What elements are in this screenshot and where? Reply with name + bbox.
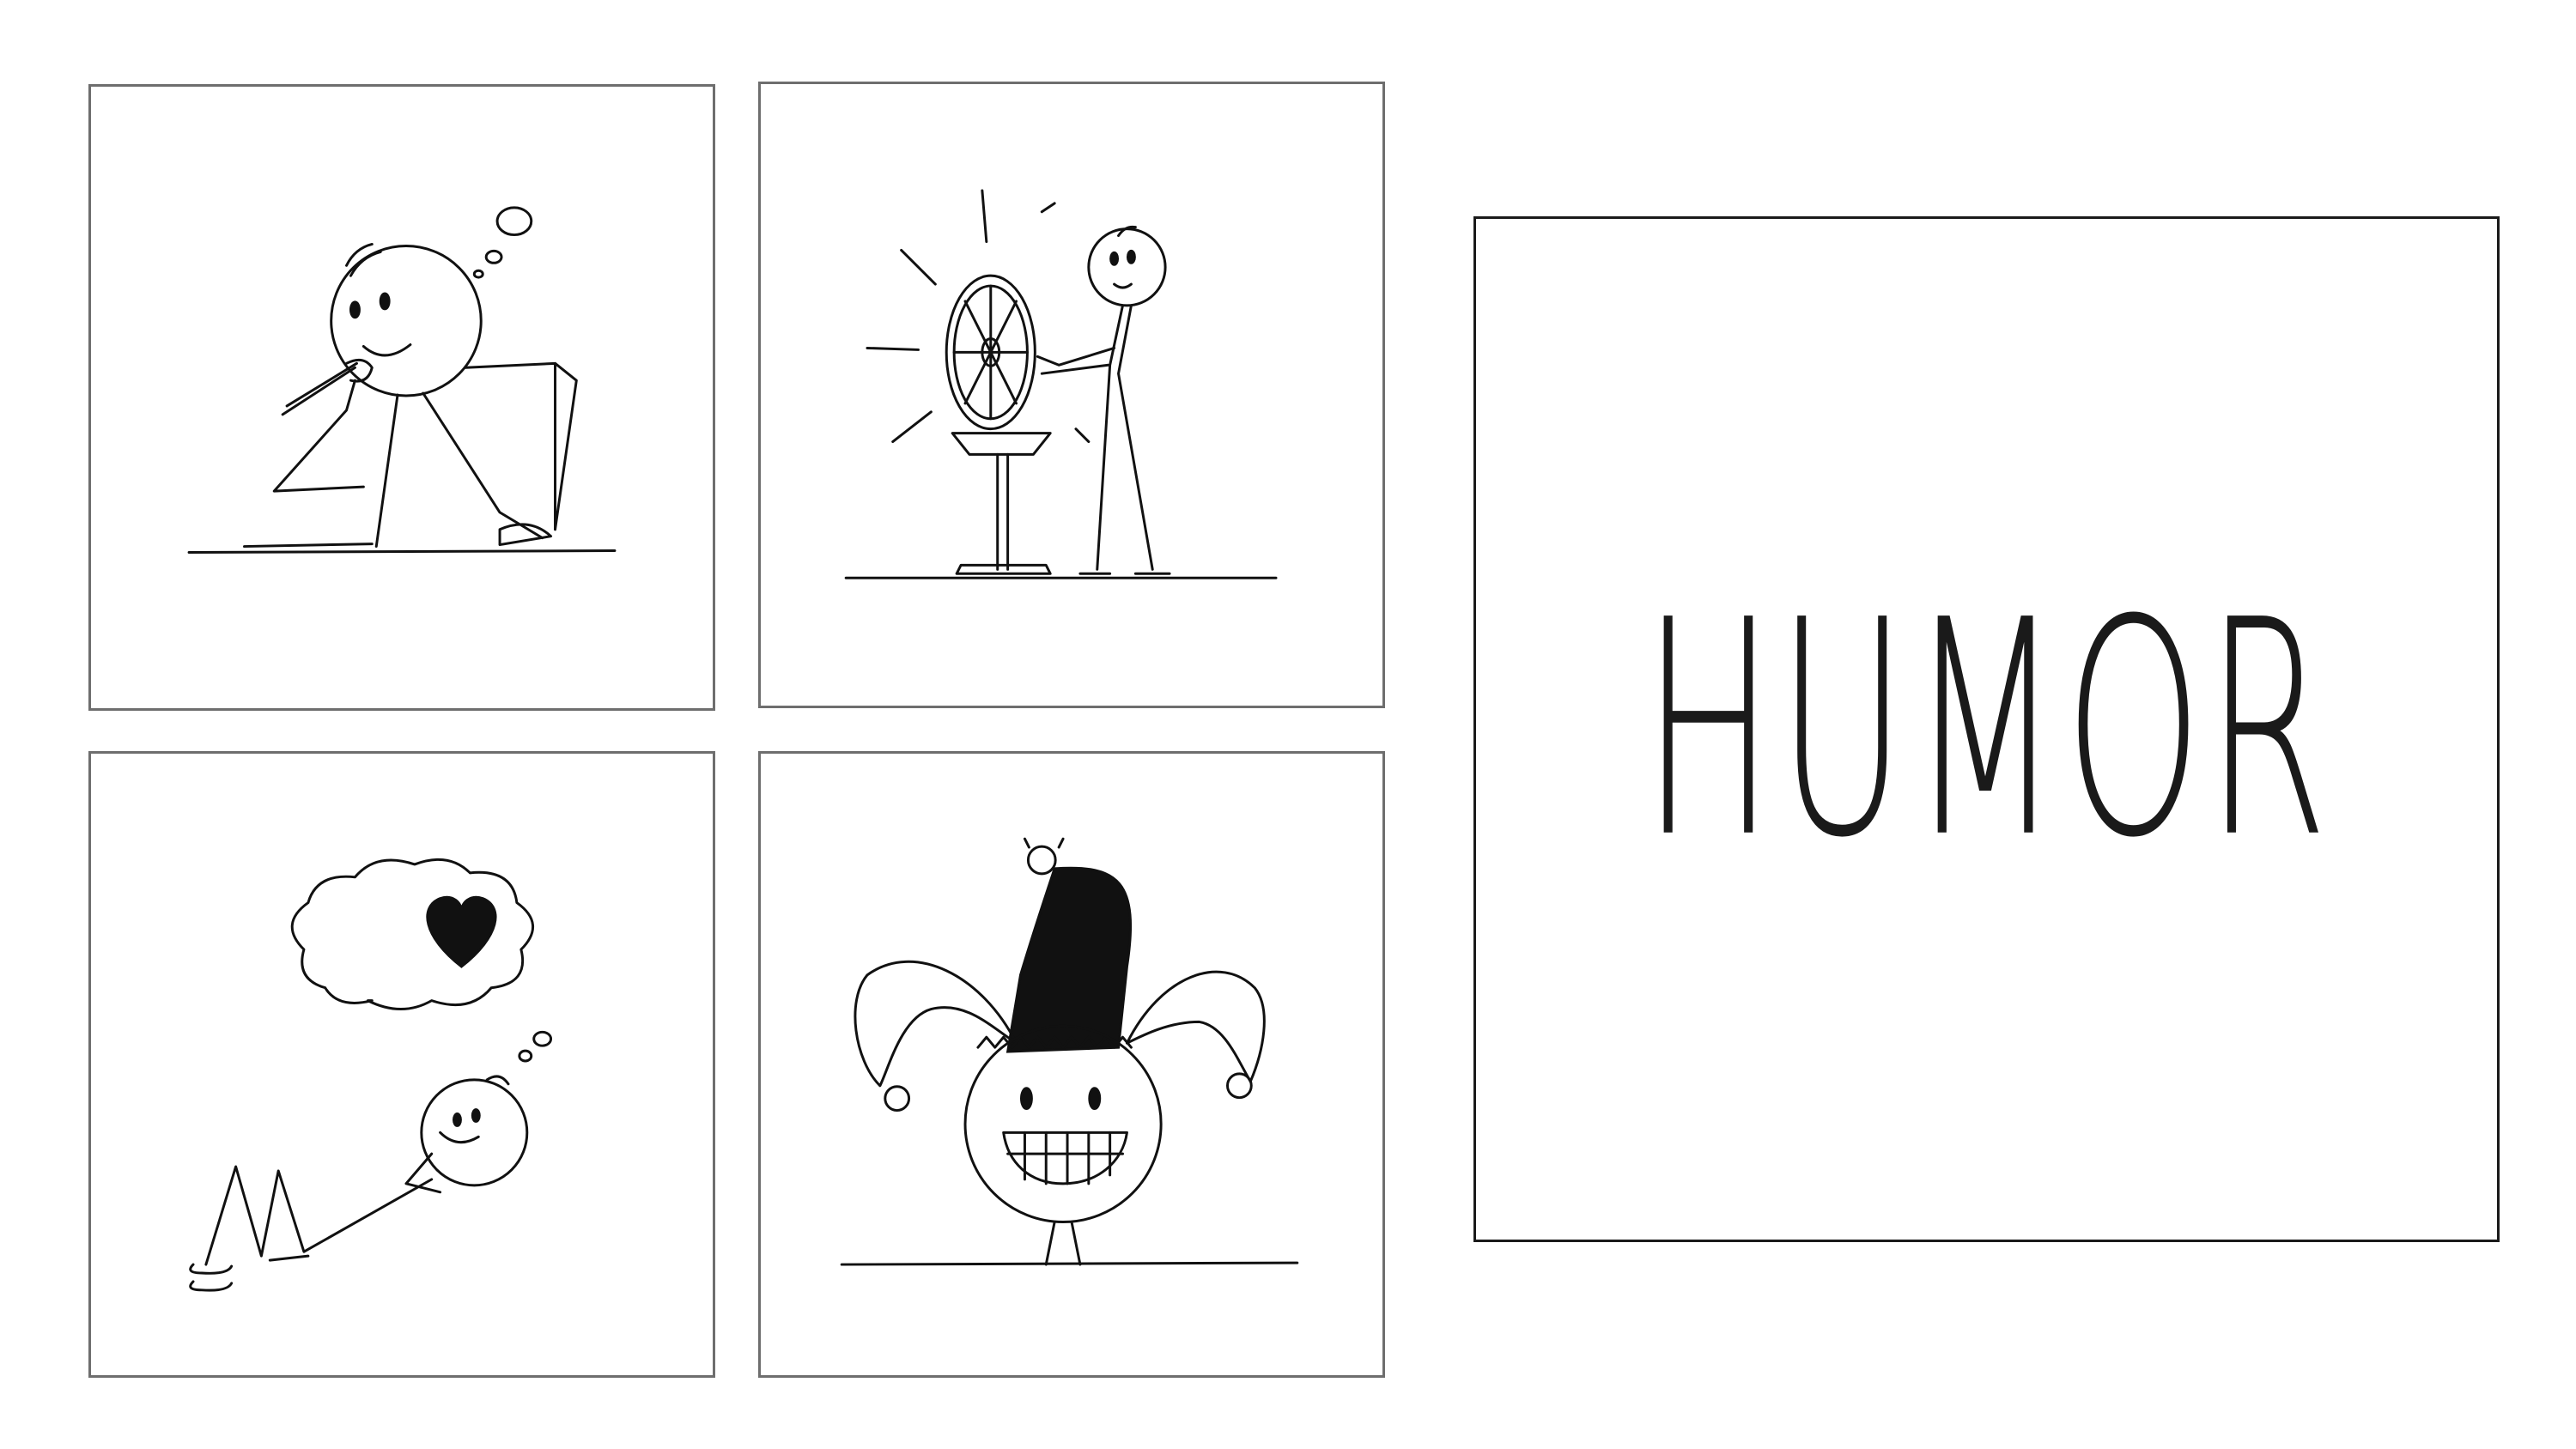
jester-hat-stick-figure-icon bbox=[840, 837, 1299, 1266]
illustration-dream-panel bbox=[88, 751, 715, 1378]
daydreaming-heart-stick-figure-icon bbox=[189, 858, 553, 1292]
title-box: HUMOR bbox=[1473, 216, 2500, 1242]
thinking-stick-figure-icon bbox=[187, 206, 617, 554]
illustration-thinking-panel bbox=[88, 84, 715, 711]
illustration-wheel-panel bbox=[758, 82, 1385, 708]
slide-title: HUMOR bbox=[1642, 555, 2331, 903]
spinning-wheel-stick-figure-icon bbox=[844, 189, 1278, 579]
illustration-jester-panel bbox=[758, 751, 1385, 1378]
